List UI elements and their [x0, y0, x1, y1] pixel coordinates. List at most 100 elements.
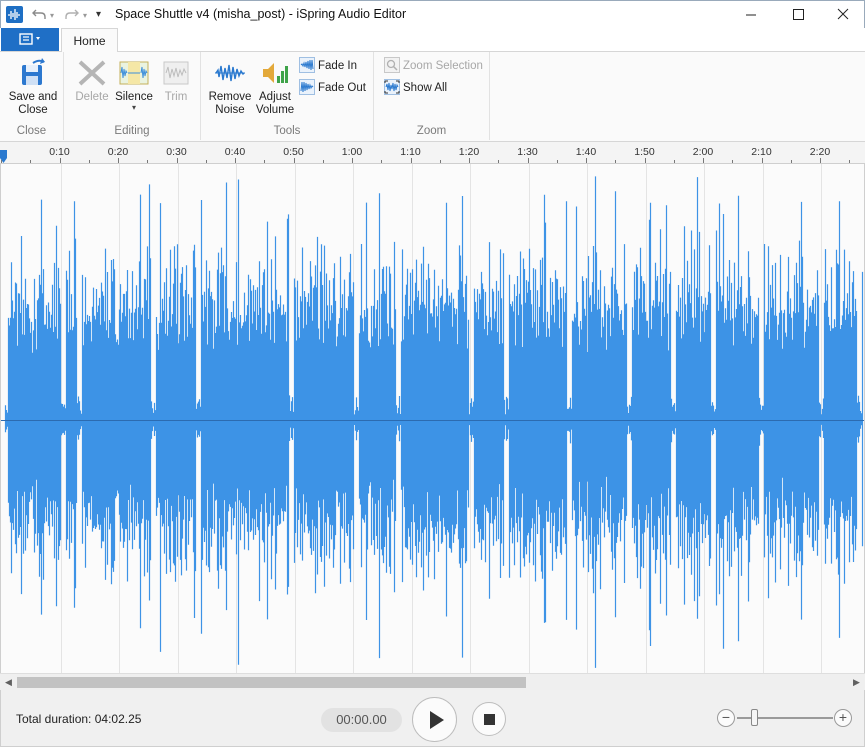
- waveform-area[interactable]: [0, 164, 865, 673]
- close-icon: [837, 8, 849, 20]
- ruler-tick: [527, 158, 529, 163]
- window-title: Space Shuttle v4 (misha_post) - iSpring …: [115, 7, 407, 21]
- waveform-path: [4, 176, 864, 668]
- zoom-out-button[interactable]: −: [717, 709, 735, 727]
- save-and-close-label-1: Save and: [8, 91, 58, 103]
- remove-noise-button[interactable]: Remove Noise: [207, 56, 253, 117]
- undo-dropdown-icon[interactable]: ▾: [50, 11, 54, 20]
- ruler-tick: [264, 160, 266, 163]
- delete-button[interactable]: Delete: [72, 56, 112, 104]
- redo-dropdown-icon[interactable]: ▾: [83, 11, 87, 20]
- ruler-tick: [88, 160, 90, 163]
- adjust-volume-label-2: Volume: [255, 104, 295, 116]
- play-icon: [430, 711, 444, 729]
- ruler-tick: [293, 158, 295, 163]
- zoom-in-button[interactable]: +: [834, 709, 852, 727]
- ruler-label: 1:40: [575, 146, 597, 158]
- ruler-label: 1:10: [400, 146, 421, 158]
- fade-in-label: Fade In: [318, 60, 357, 72]
- play-button[interactable]: [412, 697, 457, 742]
- minimize-button[interactable]: [728, 1, 774, 29]
- ruler-tick: [59, 158, 61, 163]
- trim-icon: [160, 56, 192, 88]
- ribbon-group-editing: Delete Silence ▾ Trim Editing: [64, 52, 201, 140]
- ruler-tick: [615, 160, 617, 163]
- ruler-label: 0:40: [224, 146, 246, 158]
- ruler-tick: [235, 158, 236, 163]
- save-and-close-label-2: Close: [18, 104, 48, 116]
- ruler-tick: [176, 158, 178, 163]
- show-all-button[interactable]: Show All: [384, 78, 448, 97]
- ruler-tick: [469, 158, 470, 163]
- zoom-selection-button[interactable]: Zoom Selection: [384, 56, 483, 75]
- ruler-tick: [586, 158, 587, 163]
- ruler-label: 0:50: [283, 146, 304, 158]
- ruler-tick: [439, 160, 441, 163]
- ruler-tick: [118, 158, 119, 163]
- save-and-close-button[interactable]: Save and Close: [6, 56, 60, 117]
- maximize-button[interactable]: [775, 1, 821, 29]
- current-time: 00:00.00: [321, 708, 402, 732]
- ruler-label: 1:00: [341, 146, 363, 158]
- remove-noise-label-2: Noise: [215, 104, 245, 116]
- ruler-label: 2:10: [751, 146, 772, 158]
- trim-label: Trim: [164, 91, 188, 103]
- ruler-tick: [820, 158, 821, 163]
- redo-icon[interactable]: [64, 6, 80, 24]
- tab-home[interactable]: Home: [61, 28, 118, 53]
- ruler-tick: [147, 160, 149, 163]
- file-menu-button[interactable]: [1, 28, 59, 51]
- fade-in-icon: [299, 56, 315, 73]
- playback-bar: Total duration: 04:02.25 00:00.00 − +: [0, 690, 865, 747]
- group-label-tools: Tools: [273, 125, 301, 137]
- silence-icon: [118, 56, 150, 88]
- fade-in-button[interactable]: Fade In: [299, 56, 357, 75]
- ruler-label: 2:20: [809, 146, 831, 158]
- ruler-label: 1:20: [458, 146, 480, 158]
- scroll-right-icon[interactable]: ▶: [848, 674, 865, 690]
- ruler-tick: [205, 160, 207, 163]
- ruler-tick: [790, 160, 792, 163]
- ruler-tick: [352, 158, 353, 163]
- ruler-tick: [1, 160, 2, 163]
- ribbon: Save and Close Close Delete Silence ▾ Tr…: [0, 52, 865, 142]
- title-bar: ▾ ▾ ▾ Space Shuttle v4 (misha_post) - iS…: [0, 0, 865, 28]
- ribbon-group-zoom: Zoom Selection Show All Zoom: [374, 52, 490, 140]
- ruler-tick: [556, 160, 558, 163]
- ruler-tick: [761, 158, 763, 163]
- horizontal-scrollbar[interactable]: ◀ ▶: [0, 673, 865, 690]
- scrollbar-thumb[interactable]: [17, 677, 526, 688]
- ruler-tick: [322, 160, 324, 163]
- app-logo-icon: [6, 6, 23, 23]
- silence-dropdown-icon[interactable]: ▾: [114, 104, 154, 112]
- waveform: [4, 176, 864, 668]
- trim-button[interactable]: Trim: [156, 56, 196, 104]
- ruler-label: 1:30: [517, 146, 538, 158]
- fade-out-button[interactable]: Fade Out: [299, 78, 366, 97]
- ruler-tick: [30, 160, 32, 163]
- undo-icon[interactable]: [31, 6, 47, 24]
- adjust-volume-button[interactable]: Adjust Volume: [253, 56, 297, 117]
- ruler-label: 0:10: [49, 146, 70, 158]
- zoom-slider-thumb[interactable]: [751, 709, 758, 726]
- show-all-icon: [384, 78, 400, 95]
- close-button[interactable]: [820, 1, 865, 29]
- stop-button[interactable]: [472, 702, 506, 736]
- scroll-left-icon[interactable]: ◀: [0, 674, 17, 690]
- silence-button[interactable]: Silence ▾: [114, 56, 154, 112]
- timeline-ruler[interactable]: 0:10 0:20 0:30 0:40 0:50 1:00 1:10 1:20 1:30 1:40…: [0, 142, 865, 164]
- customize-toolbar-icon[interactable]: ▾: [96, 6, 101, 24]
- remove-noise-icon: [214, 56, 246, 88]
- minimize-icon: [746, 14, 756, 16]
- ribbon-group-close: Save and Close Close: [0, 52, 64, 140]
- volume-icon: [259, 56, 291, 88]
- group-label-zoom: Zoom: [416, 125, 447, 137]
- save-icon: [17, 56, 49, 88]
- delete-icon: [76, 56, 108, 88]
- fade-out-label: Fade Out: [318, 82, 366, 94]
- group-label-close: Close: [16, 125, 47, 137]
- ruler-tick: [673, 160, 675, 163]
- maximize-icon: [793, 9, 804, 20]
- adjust-volume-label-1: Adjust: [259, 91, 291, 103]
- show-all-label: Show All: [403, 82, 448, 94]
